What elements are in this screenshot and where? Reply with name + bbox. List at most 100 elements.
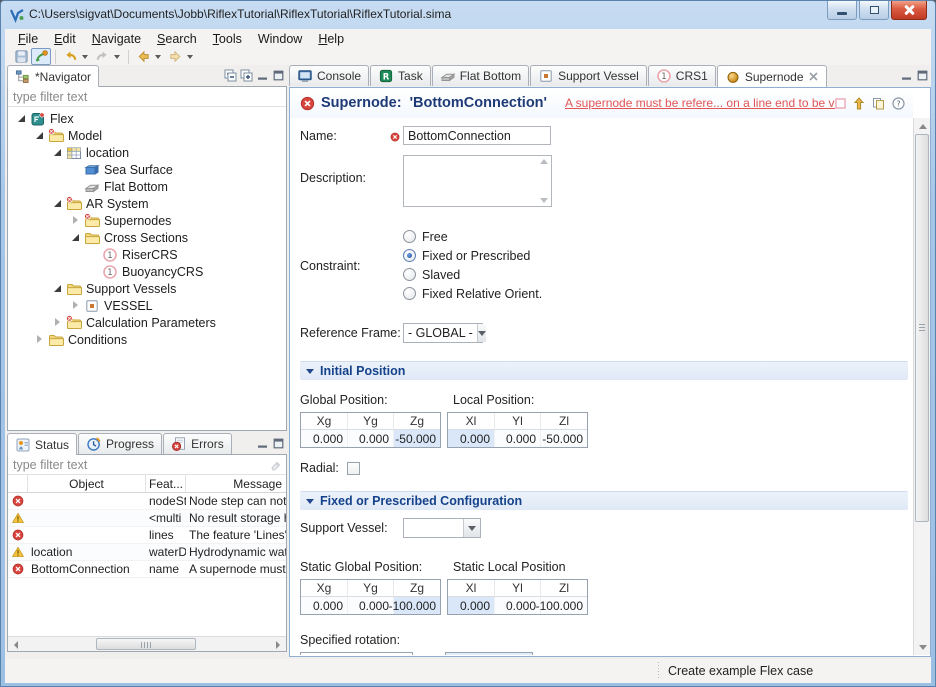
scrollbar-thumb[interactable] bbox=[915, 134, 929, 522]
expand-all-button[interactable] bbox=[240, 69, 253, 82]
radio-icon[interactable] bbox=[403, 287, 416, 300]
menu-item-navigate[interactable]: Navigate bbox=[84, 30, 149, 48]
expand-arrow-icon[interactable] bbox=[70, 232, 81, 243]
forward-dropdown-arrow[interactable] bbox=[187, 55, 193, 59]
view-maximize-button[interactable] bbox=[272, 69, 285, 82]
scroll-up-arrow[interactable] bbox=[915, 119, 930, 133]
menu-item-tools[interactable]: Tools bbox=[205, 30, 250, 48]
table-row[interactable]: lines The feature 'Lines' o bbox=[8, 527, 286, 544]
table-row[interactable]: nodeSt Node step can not b bbox=[8, 493, 286, 510]
tab-progress[interactable]: Progress bbox=[78, 433, 162, 454]
view-minimize-button[interactable] bbox=[900, 69, 913, 82]
navigate-up-icon[interactable] bbox=[853, 97, 865, 110]
radio-icon[interactable] bbox=[403, 230, 416, 243]
tree-item-vessel[interactable]: VESSEL bbox=[8, 297, 286, 314]
redo-dropdown-arrow[interactable] bbox=[114, 55, 120, 59]
tab-navigator[interactable]: *Navigator bbox=[7, 65, 99, 87]
expand-arrow-icon[interactable] bbox=[52, 198, 63, 209]
table-cell[interactable]: -50.000 bbox=[541, 430, 587, 447]
tab-crs1[interactable]: 1 CRS1 bbox=[648, 65, 716, 86]
table-cell[interactable]: 0.000 bbox=[301, 597, 348, 614]
close-button[interactable] bbox=[891, 1, 927, 20]
horizontal-scrollbar[interactable] bbox=[8, 636, 286, 651]
description-field[interactable] bbox=[403, 155, 552, 207]
column-object[interactable]: Object bbox=[28, 475, 146, 492]
tree-item-risercrs[interactable]: 1RiserCRS bbox=[8, 246, 286, 263]
tree-item-calculation-parameters[interactable]: Calculation Parameters bbox=[8, 314, 286, 331]
menu-item-file[interactable]: File bbox=[10, 30, 46, 48]
vertical-scrollbar[interactable] bbox=[913, 118, 930, 655]
tree-item-flat-bottom[interactable]: Flat Bottom bbox=[8, 178, 286, 195]
table-row[interactable]: location waterD Hydrodynamic wate bbox=[8, 544, 286, 561]
scroll-down-arrow[interactable] bbox=[915, 640, 930, 654]
table-cell[interactable]: 0.000 bbox=[495, 597, 541, 614]
table-cell-selected[interactable]: 0.000 bbox=[448, 597, 495, 614]
column-feature[interactable]: Feat... bbox=[146, 475, 186, 492]
tree-item-sea-surface[interactable]: Sea Surface bbox=[8, 161, 286, 178]
expand-arrow-icon[interactable] bbox=[52, 317, 63, 328]
constraint-option-fixed-or-prescribed[interactable]: Fixed or Prescribed bbox=[403, 246, 542, 265]
collapse-all-button[interactable] bbox=[224, 69, 237, 82]
table-row[interactable]: <multi No result storage ha bbox=[8, 510, 286, 527]
maximize-button[interactable] bbox=[859, 1, 889, 20]
table-cell[interactable]: 0.000 bbox=[348, 597, 394, 614]
table-cell[interactable]: 0.000 bbox=[348, 430, 394, 447]
support-vessel-select[interactable] bbox=[403, 518, 481, 538]
view-minimize-button[interactable] bbox=[256, 437, 269, 450]
save-button[interactable] bbox=[11, 48, 31, 65]
menu-item-search[interactable]: Search bbox=[149, 30, 205, 48]
tree-item-supernodes[interactable]: Supernodes bbox=[8, 212, 286, 229]
constraint-option-fixed-relative-orient[interactable]: Fixed Relative Orient. bbox=[403, 284, 542, 303]
back-dropdown-arrow[interactable] bbox=[155, 55, 161, 59]
tree-item-cross-sections[interactable]: Cross Sections bbox=[8, 229, 286, 246]
undo-button[interactable] bbox=[60, 48, 80, 65]
chevron-down-icon[interactable] bbox=[477, 324, 486, 342]
tab-close-icon[interactable] bbox=[808, 71, 819, 82]
radio-selected-icon[interactable] bbox=[403, 249, 416, 262]
textarea-scrollbar[interactable] bbox=[536, 156, 551, 206]
tree-item-conditions[interactable]: Conditions bbox=[8, 331, 286, 348]
table-cell-selected[interactable]: -50.000 bbox=[394, 430, 440, 447]
section-initial-position[interactable]: Initial Position bbox=[300, 361, 908, 380]
expand-arrow-icon[interactable] bbox=[52, 283, 63, 294]
table-cell[interactable]: 0.000 bbox=[301, 430, 348, 447]
column-message[interactable]: Message bbox=[186, 475, 286, 492]
tab-supernode[interactable]: Supernode bbox=[717, 65, 827, 87]
expand-arrow-icon[interactable] bbox=[16, 113, 27, 124]
table-cell[interactable]: 0.000 bbox=[495, 430, 541, 447]
back-button[interactable] bbox=[133, 48, 153, 65]
expand-arrow-icon[interactable] bbox=[70, 300, 81, 311]
tab-errors[interactable]: Errors bbox=[163, 433, 232, 454]
view-maximize-button[interactable] bbox=[916, 69, 929, 82]
table-cell[interactable]: -100.000 bbox=[541, 597, 587, 614]
specified-rotation-table[interactable] bbox=[300, 652, 413, 655]
scroll-left-arrow[interactable] bbox=[9, 638, 23, 651]
tree-item-model[interactable]: Model bbox=[8, 127, 286, 144]
name-field[interactable] bbox=[403, 126, 551, 145]
view-maximize-button[interactable] bbox=[272, 437, 285, 450]
table-cell-selected[interactable]: -100.000 bbox=[394, 597, 440, 614]
expand-arrow-icon[interactable] bbox=[52, 147, 63, 158]
tree-item-flex[interactable]: Flex bbox=[8, 110, 286, 127]
constraint-option-free[interactable]: Free bbox=[403, 227, 542, 246]
pink-square-icon[interactable] bbox=[835, 98, 846, 109]
view-minimize-button[interactable] bbox=[256, 69, 269, 82]
tree-item-support-vessels[interactable]: Support Vessels bbox=[8, 280, 286, 297]
redo-button[interactable] bbox=[92, 48, 112, 65]
menu-item-help[interactable]: Help bbox=[310, 30, 352, 48]
validation-warning-link[interactable]: A supernode must be refere... on a line … bbox=[565, 96, 835, 110]
radial-checkbox[interactable] bbox=[347, 462, 360, 475]
tab-task[interactable]: R Task bbox=[370, 65, 431, 86]
tab-status[interactable]: Status bbox=[7, 433, 77, 455]
copy-icon[interactable] bbox=[872, 97, 885, 110]
clear-filter-icon[interactable] bbox=[270, 459, 282, 471]
tree-item-buoyancycrs[interactable]: 1BuoyancyCRS bbox=[8, 263, 286, 280]
undo-dropdown-arrow[interactable] bbox=[82, 55, 88, 59]
table-row[interactable]: BottomConnection name A supernode must b bbox=[8, 561, 286, 578]
navigator-filter-input[interactable] bbox=[9, 88, 285, 106]
chevron-down-icon[interactable] bbox=[463, 519, 480, 537]
section-fixed-or-prescribed[interactable]: Fixed or Prescribed Configuration bbox=[300, 491, 908, 510]
tab-flat-bottom[interactable]: Flat Bottom bbox=[432, 65, 529, 86]
expand-arrow-icon[interactable] bbox=[70, 215, 81, 226]
run-button[interactable] bbox=[31, 48, 51, 65]
